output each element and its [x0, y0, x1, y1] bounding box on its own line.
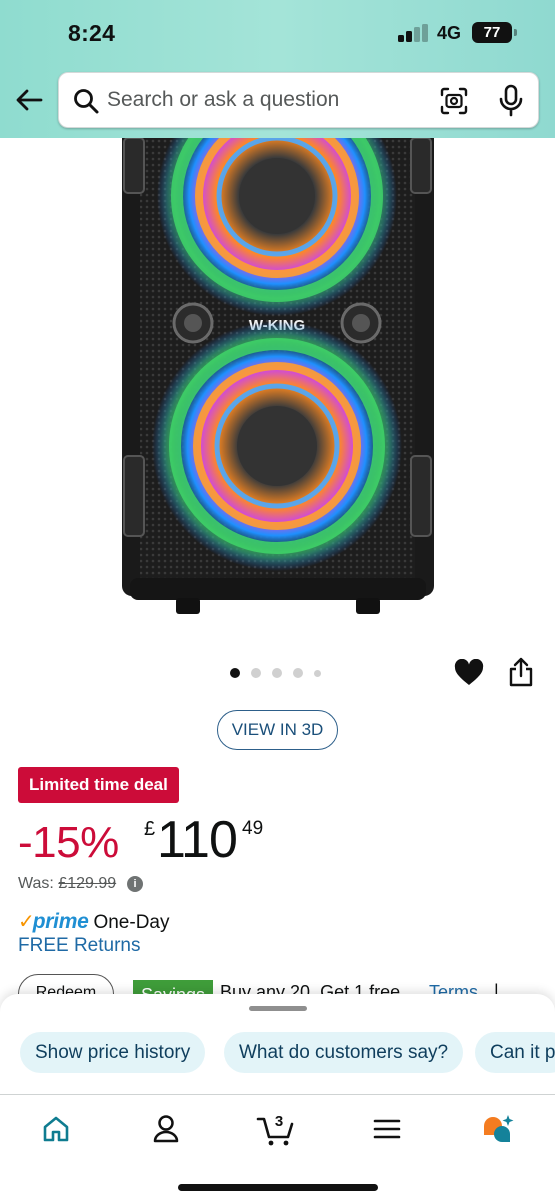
- carousel-dot-3[interactable]: [272, 668, 282, 678]
- chip-can-it[interactable]: Can it p: [475, 1032, 555, 1073]
- user-icon: [153, 1115, 179, 1143]
- discount-percent: -15%: [18, 818, 119, 867]
- price-whole: 110: [157, 811, 238, 869]
- carousel-dot-5[interactable]: [314, 669, 321, 677]
- info-icon[interactable]: i: [127, 876, 143, 892]
- image-carousel-indicator[interactable]: [230, 667, 321, 679]
- suggestion-sheet: Show price history What do customers say…: [0, 994, 555, 1094]
- ai-assistant-icon: [484, 1115, 514, 1142]
- status-bar: 8:24 4G 77: [0, 0, 555, 66]
- camera-search-icon[interactable]: [439, 86, 469, 116]
- status-time: 8:24: [68, 20, 116, 46]
- nav-rufus-assistant[interactable]: [478, 1109, 518, 1149]
- carousel-dot-4[interactable]: [293, 668, 303, 678]
- nav-home[interactable]: [36, 1109, 76, 1149]
- microphone-icon[interactable]: [497, 84, 525, 118]
- back-button[interactable]: [12, 84, 46, 116]
- nav-account[interactable]: [146, 1109, 186, 1149]
- chip-what-do-customers-say[interactable]: What do customers say?: [224, 1032, 464, 1073]
- network-type: 4G: [437, 23, 462, 43]
- product-image[interactable]: W-KING: [0, 138, 555, 618]
- home-icon: [43, 1116, 69, 1142]
- heart-icon[interactable]: [454, 659, 484, 687]
- free-returns-link[interactable]: FREE Returns: [18, 935, 140, 957]
- price-currency: £: [144, 818, 156, 840]
- prime-delivery: ✓ prime One-Day: [18, 909, 169, 935]
- hamburger-menu-icon: [373, 1119, 401, 1139]
- cellular-signal-icon: [398, 24, 430, 42]
- top-bar: 8:24 4G 77: [0, 0, 555, 138]
- search-bar[interactable]: [58, 72, 539, 128]
- search-icon: [74, 89, 99, 114]
- was-label: Was:: [18, 875, 54, 892]
- price-fraction: 49: [242, 818, 264, 839]
- carousel-dot-2[interactable]: [251, 668, 261, 678]
- view-in-3d-button[interactable]: VIEW IN 3D: [217, 710, 338, 750]
- search-input[interactable]: [107, 83, 427, 117]
- bottom-navigation: 3: [0, 1094, 555, 1200]
- prime-speed: One-Day: [93, 912, 170, 933]
- carousel-dot-1[interactable]: [230, 668, 240, 678]
- chip-show-price-history[interactable]: Show price history: [20, 1032, 206, 1073]
- speaker-illustration: W-KING: [122, 138, 434, 614]
- share-icon[interactable]: [507, 656, 535, 688]
- prime-logo: prime: [32, 910, 89, 933]
- nav-menu[interactable]: [367, 1109, 407, 1149]
- was-price-line: Was: £129.99: [18, 875, 116, 893]
- sheet-drag-handle[interactable]: [249, 1006, 307, 1011]
- nav-cart[interactable]: 3: [256, 1109, 296, 1149]
- was-price: £129.99: [58, 875, 117, 892]
- battery-icon: 77: [472, 22, 517, 43]
- arrow-left-icon: [16, 89, 43, 111]
- cart-count: 3: [275, 1113, 283, 1130]
- cart-icon: 3: [256, 1113, 294, 1146]
- product-page: 8:24 4G 77 Search or ask a question VIEW…: [0, 0, 555, 1200]
- home-indicator: [178, 1184, 378, 1191]
- battery-level: 77: [483, 24, 501, 41]
- limited-time-deal-badge: Limited time deal: [18, 767, 179, 803]
- price-block: -15% £ 110 49: [18, 811, 418, 872]
